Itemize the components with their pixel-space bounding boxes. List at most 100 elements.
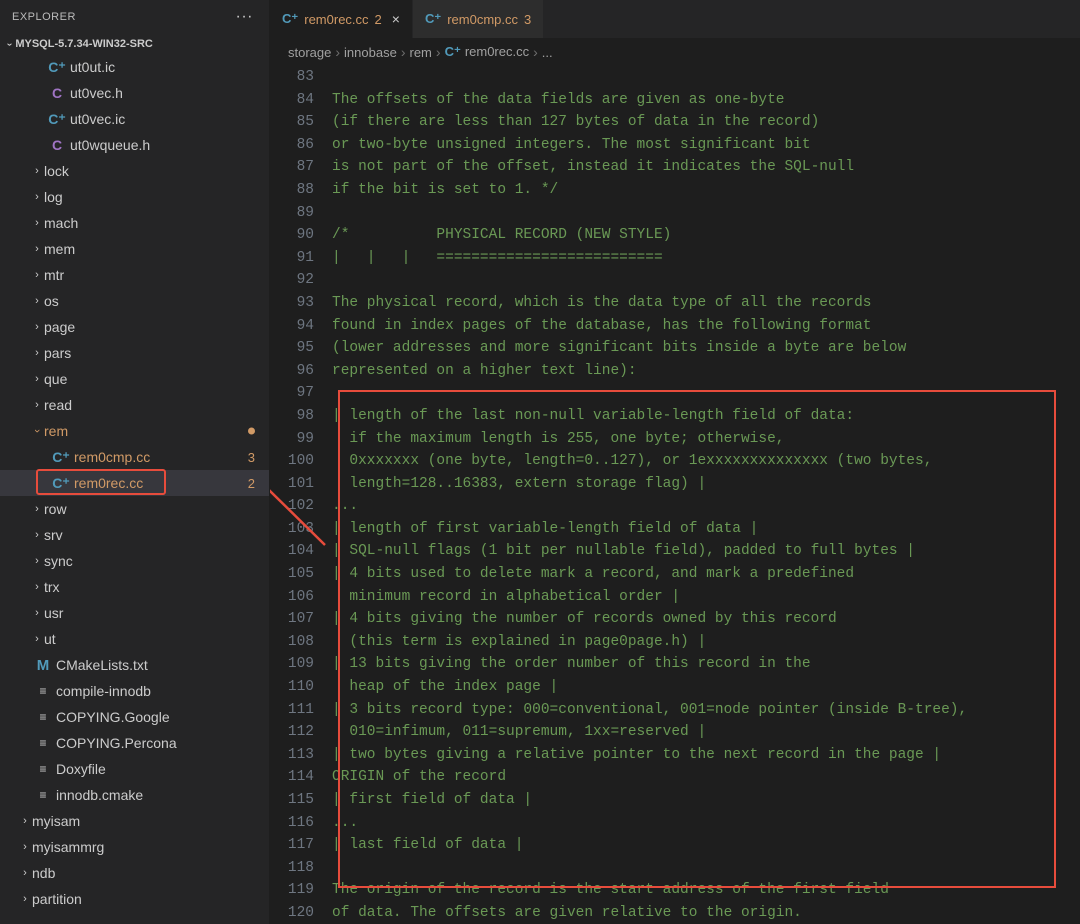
code-line[interactable] xyxy=(332,857,1080,880)
tree-folder[interactable]: ›mach xyxy=(0,210,269,236)
tree-label: ut xyxy=(44,631,269,647)
tree-folder[interactable]: ›partition xyxy=(0,886,269,912)
tree-file[interactable]: ≡compile-innodb xyxy=(0,678,269,704)
code-line[interactable]: ... xyxy=(332,812,1080,835)
tree-label: ut0ut.ic xyxy=(70,59,269,75)
code-line[interactable]: of data. The offsets are given relative … xyxy=(332,902,1080,924)
code-line[interactable]: | length of first variable-length field … xyxy=(332,518,1080,541)
breadcrumb-item[interactable]: storage xyxy=(288,45,331,60)
tree-file[interactable]: C⁺rem0cmp.cc3 xyxy=(0,444,269,470)
tree-label: CMakeLists.txt xyxy=(56,657,269,673)
tree-folder[interactable]: ›lock xyxy=(0,158,269,184)
breadcrumb-item[interactable]: ... xyxy=(542,45,553,60)
code-line[interactable]: /* PHYSICAL RECORD (NEW STYLE) xyxy=(332,224,1080,247)
code-line[interactable]: | 13 bits giving the order number of thi… xyxy=(332,653,1080,676)
tree-folder[interactable]: ›que xyxy=(0,366,269,392)
tree-label: innodb.cmake xyxy=(56,787,269,803)
chevron-right-icon: › xyxy=(30,321,44,333)
tree-label: row xyxy=(44,501,269,517)
code-line[interactable]: | 4 bits giving the number of records ow… xyxy=(332,608,1080,631)
tree-folder[interactable]: ›pars xyxy=(0,340,269,366)
code-line[interactable]: ... xyxy=(332,495,1080,518)
tree-file[interactable]: ≡COPYING.Google xyxy=(0,704,269,730)
tree-label: ut0vec.ic xyxy=(70,111,269,127)
code-line[interactable]: | 4 bits used to delete mark a record, a… xyxy=(332,563,1080,586)
code-line[interactable]: or two-byte unsigned integers. The most … xyxy=(332,134,1080,157)
tree-folder[interactable]: ›trx xyxy=(0,574,269,600)
line-gutter: 8384858687888990919293949596979899100101… xyxy=(270,66,332,924)
code-area[interactable]: 8384858687888990919293949596979899100101… xyxy=(270,66,1080,924)
chevron-right-icon: › xyxy=(30,295,44,307)
code-line[interactable]: | | | ========================== xyxy=(332,247,1080,270)
tree-folder[interactable]: ›mem xyxy=(0,236,269,262)
code-line[interactable]: ORIGIN of the record xyxy=(332,766,1080,789)
code-line[interactable]: The origin of the record is the start ad… xyxy=(332,879,1080,902)
code-line[interactable] xyxy=(332,66,1080,89)
code-line[interactable]: The physical record, which is the data t… xyxy=(332,292,1080,315)
code-line[interactable]: 0xxxxxxx (one byte, length=0..127), or 1… xyxy=(332,450,1080,473)
line-number: 117 xyxy=(270,834,314,857)
code-line[interactable]: | two bytes giving a relative pointer to… xyxy=(332,744,1080,767)
editor-tab[interactable]: C⁺rem0rec.cc2× xyxy=(270,0,413,38)
code-line[interactable]: heap of the index page | xyxy=(332,676,1080,699)
code-line[interactable]: if the maximum length is 255, one byte; … xyxy=(332,428,1080,451)
tree-folder[interactable]: ›myisam xyxy=(0,808,269,834)
project-header[interactable]: › MYSQL-5.7.34-WIN32-SRC xyxy=(0,34,269,54)
code-line[interactable]: found in index pages of the database, ha… xyxy=(332,315,1080,338)
breadcrumb-item[interactable]: C⁺rem0rec.cc xyxy=(445,44,530,60)
code-line[interactable]: (if there are less than 127 bytes of dat… xyxy=(332,111,1080,134)
tree-folder[interactable]: ›log xyxy=(0,184,269,210)
tree-folder[interactable]: ›myisammrg xyxy=(0,834,269,860)
code-content[interactable]: The offsets of the data fields are given… xyxy=(332,66,1080,924)
tree-file[interactable]: ≡innodb.cmake xyxy=(0,782,269,808)
code-line[interactable]: is not part of the offset, instead it in… xyxy=(332,156,1080,179)
tree-folder[interactable]: ›os xyxy=(0,288,269,314)
editor-tab[interactable]: C⁺rem0cmp.cc3 xyxy=(413,0,544,38)
code-line[interactable]: | first field of data | xyxy=(332,789,1080,812)
tree-folder[interactable]: ›rem xyxy=(0,418,269,444)
tree-file[interactable]: Cut0wqueue.h xyxy=(0,132,269,158)
line-number: 105 xyxy=(270,563,314,586)
code-line[interactable]: length=128..16383, extern storage flag) … xyxy=(332,473,1080,496)
code-line[interactable]: The offsets of the data fields are given… xyxy=(332,89,1080,112)
breadcrumb-item[interactable]: innobase xyxy=(344,45,397,60)
code-line[interactable]: 010=infimum, 011=supremum, 1xx=reserved … xyxy=(332,721,1080,744)
tree-folder[interactable]: ›ut xyxy=(0,626,269,652)
code-line[interactable] xyxy=(332,382,1080,405)
code-line[interactable]: | length of the last non-null variable-l… xyxy=(332,405,1080,428)
tree-folder[interactable]: ›ndb xyxy=(0,860,269,886)
tree-file[interactable]: C⁺ut0ut.ic xyxy=(0,54,269,80)
tree-folder[interactable]: ›sync xyxy=(0,548,269,574)
tree-folder[interactable]: ›page xyxy=(0,314,269,340)
tree-folder[interactable]: ›row xyxy=(0,496,269,522)
line-number: 107 xyxy=(270,608,314,631)
file-tree[interactable]: C⁺ut0ut.icCut0vec.hC⁺ut0vec.icCut0wqueue… xyxy=(0,54,269,924)
tree-folder[interactable]: ›usr xyxy=(0,600,269,626)
code-line[interactable] xyxy=(332,202,1080,225)
code-line[interactable]: | SQL-null flags (1 bit per nullable fie… xyxy=(332,540,1080,563)
tree-file[interactable]: ≡COPYING.Percona xyxy=(0,730,269,756)
code-line[interactable] xyxy=(332,269,1080,292)
code-line[interactable]: (this term is explained in page0page.h) … xyxy=(332,631,1080,654)
tree-file[interactable]: Cut0vec.h xyxy=(0,80,269,106)
breadcrumb-separator-icon: › xyxy=(533,44,538,60)
code-line[interactable]: | last field of data | xyxy=(332,834,1080,857)
code-line[interactable]: | 3 bits record type: 000=conventional, … xyxy=(332,699,1080,722)
tree-file[interactable]: C⁺rem0rec.cc2 xyxy=(0,470,269,496)
tree-folder[interactable]: ›read xyxy=(0,392,269,418)
code-line[interactable]: minimum record in alphabetical order | xyxy=(332,586,1080,609)
code-line[interactable]: represented on a higher text line): xyxy=(332,360,1080,383)
file-type-icon: C xyxy=(48,137,66,153)
close-icon[interactable]: × xyxy=(392,11,400,27)
code-line[interactable]: (lower addresses and more significant bi… xyxy=(332,337,1080,360)
line-number: 110 xyxy=(270,676,314,699)
tree-folder[interactable]: ›mtr xyxy=(0,262,269,288)
tree-file[interactable]: C⁺ut0vec.ic xyxy=(0,106,269,132)
chevron-right-icon: › xyxy=(30,503,44,515)
tree-file[interactable]: ≡Doxyfile xyxy=(0,756,269,782)
tree-file[interactable]: MCMakeLists.txt xyxy=(0,652,269,678)
breadcrumb-item[interactable]: rem xyxy=(410,45,432,60)
tree-folder[interactable]: ›srv xyxy=(0,522,269,548)
explorer-more-icon[interactable]: ··· xyxy=(232,8,257,26)
code-line[interactable]: if the bit is set to 1. */ xyxy=(332,179,1080,202)
